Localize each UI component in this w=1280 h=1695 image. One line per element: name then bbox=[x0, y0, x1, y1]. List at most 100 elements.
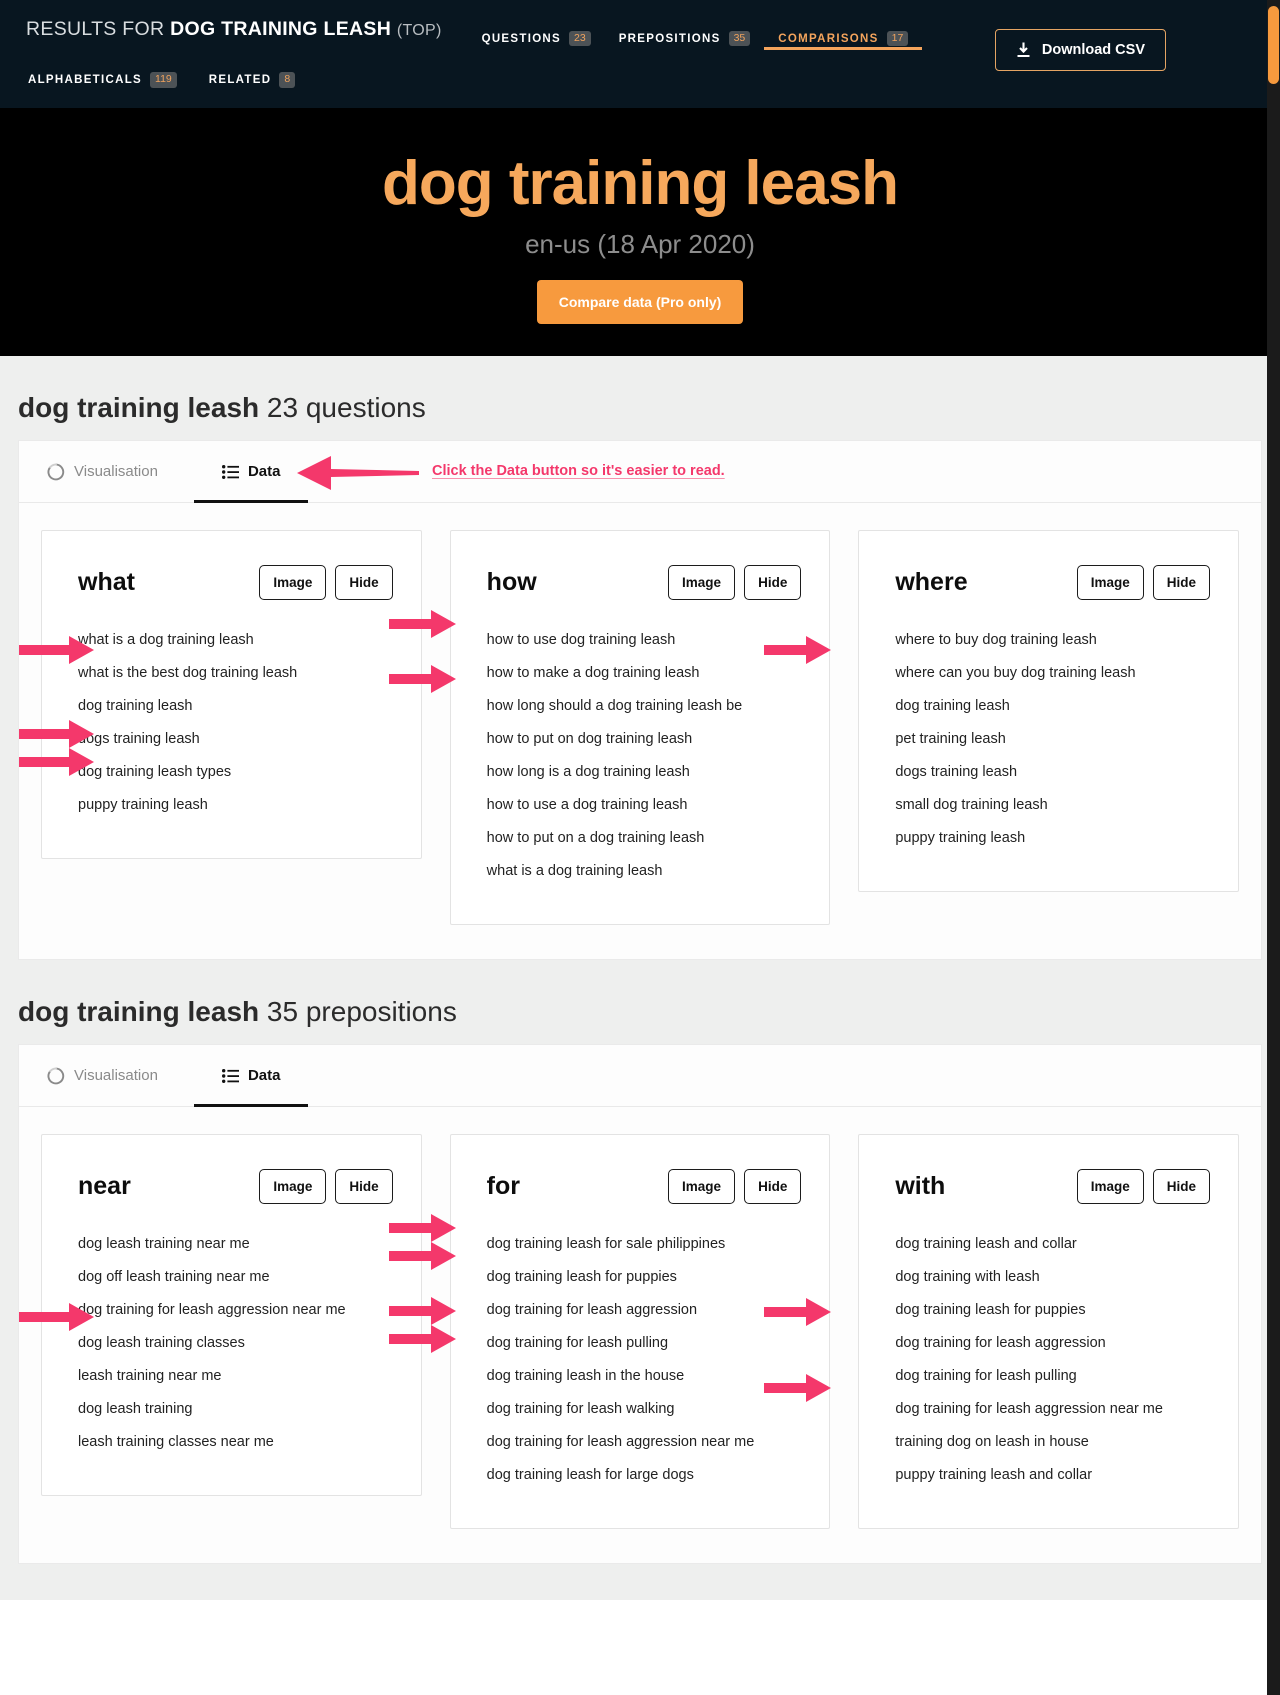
list-item[interactable]: what is the best dog training leash bbox=[78, 663, 397, 683]
list-item[interactable]: puppy training leash bbox=[78, 795, 397, 815]
card-title: where bbox=[895, 568, 968, 596]
list-item[interactable]: how long is a dog training leash bbox=[487, 762, 806, 782]
card-what: what Image Hide what is a dog training l… bbox=[41, 530, 422, 859]
list-item[interactable]: what is a dog training leash bbox=[78, 630, 397, 650]
list-item[interactable]: dog leash training bbox=[78, 1399, 397, 1419]
card-header: with Image Hide bbox=[859, 1169, 1238, 1204]
prepositions-cards: near Image Hide dog leash training near … bbox=[19, 1107, 1261, 1529]
list-item[interactable]: dog training for leash aggression bbox=[487, 1300, 806, 1320]
card-actions: Image Hide bbox=[259, 1169, 393, 1204]
list-item[interactable]: dog training leash for sale philippines bbox=[487, 1234, 806, 1254]
tab-comparisons[interactable]: COMPARISONS 17 bbox=[764, 0, 923, 58]
tab-related[interactable]: RELATED 8 bbox=[209, 72, 296, 88]
list-item[interactable]: dog leash training classes bbox=[78, 1333, 397, 1353]
list-item[interactable]: dog training for leash aggression bbox=[895, 1333, 1214, 1353]
list-item[interactable]: dog training leash for puppies bbox=[487, 1267, 806, 1287]
image-button[interactable]: Image bbox=[668, 1169, 736, 1204]
list-item[interactable]: puppy training leash bbox=[895, 828, 1214, 848]
page-scrollbar[interactable] bbox=[1267, 0, 1280, 1695]
hide-button[interactable]: Hide bbox=[744, 565, 802, 600]
hide-button[interactable]: Hide bbox=[335, 1169, 393, 1204]
list-item[interactable]: dog training for leash aggression near m… bbox=[895, 1399, 1214, 1419]
hero-section: dog training leash en-us (18 Apr 2020) C… bbox=[0, 108, 1280, 356]
card-actions: Image Hide bbox=[259, 565, 393, 600]
list-item[interactable]: how long should a dog training leash be bbox=[487, 696, 806, 716]
card-header: near Image Hide bbox=[42, 1169, 421, 1204]
image-button[interactable]: Image bbox=[259, 1169, 327, 1204]
list-icon bbox=[221, 464, 239, 479]
page-title: dog training leash bbox=[382, 149, 899, 218]
list-item[interactable]: dog training for leash aggression near m… bbox=[487, 1432, 806, 1452]
prepositions-panel: Visualisation Data near Image Hide dog l… bbox=[18, 1044, 1262, 1564]
hide-button[interactable]: Hide bbox=[1152, 565, 1211, 600]
card-actions: Image Hide bbox=[1076, 565, 1211, 600]
list-item[interactable]: dog training leash for puppies bbox=[895, 1300, 1214, 1320]
list-item[interactable]: pet training leash bbox=[895, 729, 1214, 749]
tab-alphabeticals-count: 119 bbox=[150, 72, 177, 88]
list-item[interactable]: dog training for leash aggression near m… bbox=[78, 1300, 397, 1320]
card-with: with Image Hide dog training leash and c… bbox=[858, 1134, 1240, 1529]
hide-button[interactable]: Hide bbox=[1152, 1169, 1211, 1204]
list-item[interactable]: leash training near me bbox=[78, 1366, 397, 1386]
tab-prepositions-label: PREPOSITIONS bbox=[618, 32, 721, 45]
card-header: for Image Hide bbox=[451, 1169, 830, 1204]
list-item[interactable]: dogs training leash bbox=[895, 762, 1214, 782]
list-item[interactable]: dog training leash in the house bbox=[487, 1366, 806, 1386]
tab-comparisons-count: 17 bbox=[886, 30, 909, 47]
list-item[interactable]: dog training leash bbox=[78, 696, 397, 716]
list-item[interactable]: dog training leash and collar bbox=[895, 1234, 1214, 1254]
tab-alphabeticals[interactable]: ALPHABETICALS 119 bbox=[28, 72, 177, 88]
card-header: what Image Hide bbox=[42, 565, 421, 600]
card-actions: Image Hide bbox=[1076, 1169, 1211, 1204]
card-actions: Image Hide bbox=[668, 565, 802, 600]
list-item[interactable]: dog off leash training near me bbox=[78, 1267, 397, 1287]
list-item[interactable]: dog training for leash pulling bbox=[487, 1333, 806, 1353]
list-item[interactable]: dog leash training near me bbox=[78, 1234, 397, 1254]
list-item[interactable]: dogs training leash bbox=[78, 729, 397, 749]
image-button[interactable]: Image bbox=[668, 565, 736, 600]
list-item[interactable]: puppy training leash and collar bbox=[895, 1465, 1214, 1485]
scrollbar-thumb[interactable] bbox=[1268, 6, 1279, 84]
list-item[interactable]: how to make a dog training leash bbox=[487, 663, 806, 683]
image-button[interactable]: Image bbox=[259, 565, 327, 600]
tab-questions[interactable]: QUESTIONS 23 bbox=[468, 0, 605, 58]
annotation-text: Click the Data button so it's easier to … bbox=[432, 463, 725, 479]
list-item[interactable]: where can you buy dog training leash bbox=[895, 663, 1214, 683]
tab-visualisation-prepositions[interactable]: Visualisation bbox=[41, 1045, 164, 1107]
hide-button[interactable]: Hide bbox=[744, 1169, 802, 1204]
list-item[interactable]: how to put on dog training leash bbox=[487, 729, 806, 749]
tab-data-questions[interactable]: Data bbox=[194, 441, 308, 503]
list-item[interactable]: dog training with leash bbox=[895, 1267, 1214, 1287]
section-heading-count: 23 questions bbox=[266, 392, 426, 423]
list-item[interactable]: training dog on leash in house bbox=[895, 1432, 1214, 1452]
hide-button[interactable]: Hide bbox=[335, 565, 393, 600]
list-item[interactable]: how to use a dog training leash bbox=[487, 795, 806, 815]
list-item[interactable]: dog training leash types bbox=[78, 762, 397, 782]
locale-date: en-us (18 Apr 2020) bbox=[525, 229, 755, 260]
section-heading-keyword: dog training leash bbox=[18, 996, 260, 1027]
top-navigation-bar: RESULTS FOR DOG TRAINING LEASH (TOP) QUE… bbox=[0, 0, 1280, 108]
tab-prepositions[interactable]: PREPOSITIONS 35 bbox=[605, 0, 765, 58]
tab-visualisation-questions[interactable]: Visualisation bbox=[41, 441, 164, 503]
image-button[interactable]: Image bbox=[1076, 565, 1144, 600]
list-item[interactable]: where to buy dog training leash bbox=[895, 630, 1214, 650]
image-button[interactable]: Image bbox=[1076, 1169, 1144, 1204]
list-item[interactable]: what is a dog training leash bbox=[487, 861, 806, 881]
page-bottom-spacer bbox=[0, 1564, 1280, 1600]
list-item[interactable]: dog training leash bbox=[895, 696, 1214, 716]
list-item[interactable]: dog training for leash walking bbox=[487, 1399, 806, 1419]
section-heading-count: 35 prepositions bbox=[266, 996, 457, 1027]
section-heading-prepositions: dog training leash 35 prepositions bbox=[0, 960, 1280, 1044]
list-item[interactable]: leash training classes near me bbox=[78, 1432, 397, 1452]
list-item[interactable]: how to use dog training leash bbox=[487, 630, 806, 650]
tab-data-prepositions[interactable]: Data bbox=[194, 1045, 308, 1107]
list-item[interactable]: dog training for leash pulling bbox=[895, 1366, 1214, 1386]
visualisation-icon bbox=[47, 1067, 65, 1085]
compare-data-button[interactable]: Compare data (Pro only) bbox=[536, 280, 744, 325]
main-tabs: QUESTIONS 23 PREPOSITIONS 35 COMPARISONS… bbox=[468, 0, 923, 58]
download-csv-button[interactable]: Download CSV bbox=[994, 29, 1166, 71]
list-item[interactable]: how to put on a dog training leash bbox=[487, 828, 806, 848]
list-item[interactable]: dog training leash for large dogs bbox=[487, 1465, 806, 1485]
list-item[interactable]: small dog training leash bbox=[895, 795, 1214, 815]
download-csv-label: Download CSV bbox=[1041, 42, 1145, 58]
